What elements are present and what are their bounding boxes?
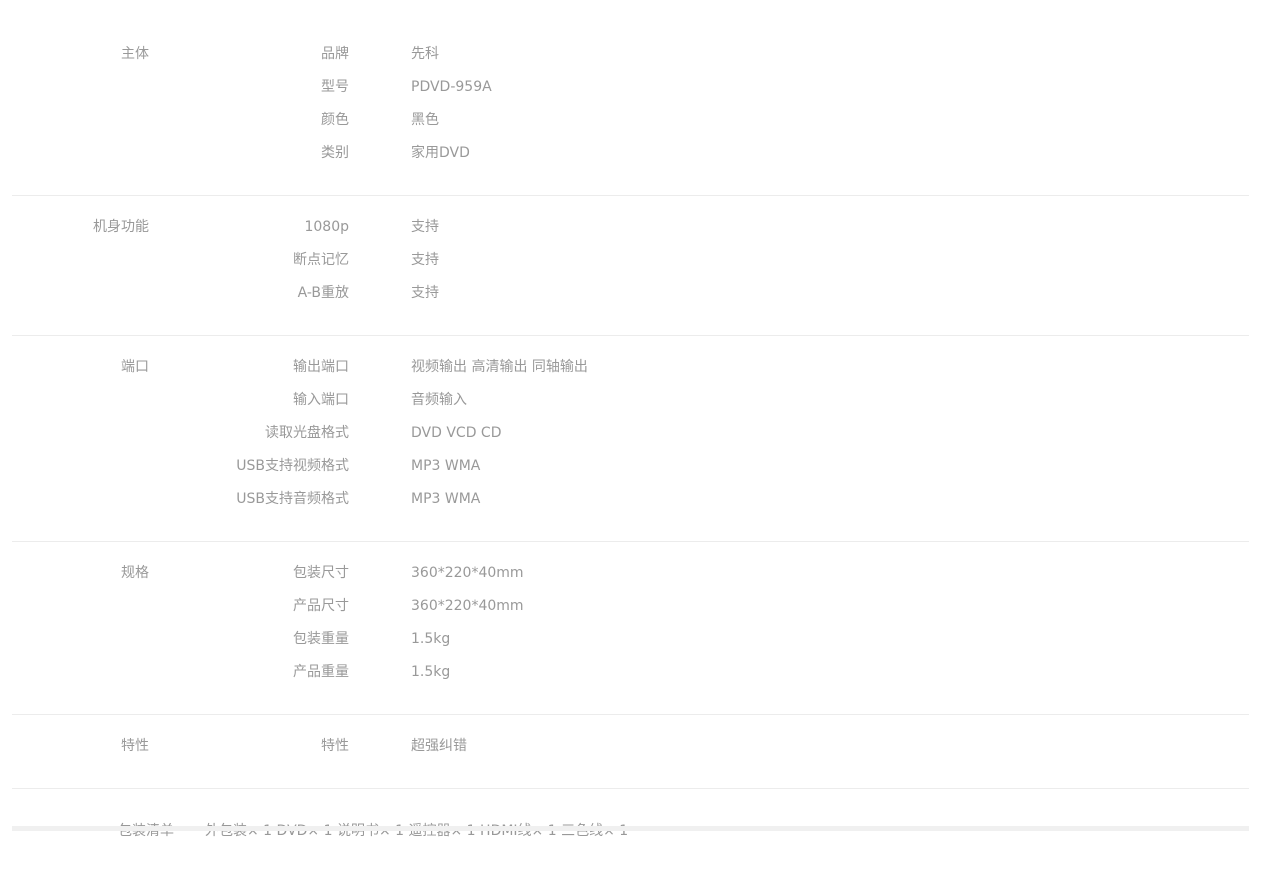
spec-value: DVD VCD CD [411, 425, 502, 441]
spec-key: 产品重量 [293, 664, 349, 680]
spec-row: 产品尺寸 360*220*40mm [12, 592, 1249, 625]
spec-value: MP3 WMA [411, 491, 481, 507]
spec-row: A-B重放 支持 [12, 279, 1249, 312]
spec-row: 1080p 支持 [12, 213, 1249, 246]
spec-value: 支持 [411, 219, 439, 235]
spec-row: 断点记忆 支持 [12, 246, 1249, 279]
spec-key: USB支持音频格式 [236, 491, 349, 507]
spec-key: 1080p [304, 219, 349, 235]
spec-key: 包装重量 [293, 631, 349, 647]
spec-value: 支持 [411, 252, 439, 268]
spec-value: 黑色 [411, 112, 439, 128]
spec-value: 支持 [411, 285, 439, 301]
spec-row: USB支持视频格式 MP3 WMA [12, 452, 1249, 485]
spec-row: 品牌 先科 [12, 40, 1249, 73]
spec-row: 类别 家用DVD [12, 139, 1249, 172]
spec-value: 超强纠错 [411, 738, 467, 754]
spec-value: 先科 [411, 46, 439, 62]
spec-key: 输入端口 [293, 392, 349, 408]
package-list-label: 包装清单 [118, 823, 174, 839]
package-list-value: 外包装× 1 DVD× 1 说明书× 1 遥控器× 1 HDMI线× 1 三色线… [205, 823, 629, 839]
spec-key: 颜色 [321, 112, 349, 128]
spec-value: 360*220*40mm [411, 565, 524, 581]
spec-value: MP3 WMA [411, 458, 481, 474]
spec-key: 读取光盘格式 [265, 425, 349, 441]
spec-row: 包装尺寸 360*220*40mm [12, 559, 1249, 592]
spec-value: 360*220*40mm [411, 598, 524, 614]
spec-key: 输出端口 [293, 359, 349, 375]
spec-row: 读取光盘格式 DVD VCD CD [12, 419, 1249, 452]
spec-group-specs: 规格 包装尺寸 360*220*40mm 产品尺寸 360*220*40mm 包… [12, 542, 1249, 715]
spec-row: 输入端口 音频输入 [12, 386, 1249, 419]
spec-value: 音频输入 [411, 392, 467, 408]
spec-value: 视频输出 高清输出 同轴输出 [411, 359, 588, 375]
spec-key: USB支持视频格式 [236, 458, 349, 474]
spec-row: 颜色 黑色 [12, 106, 1249, 139]
spec-key: 特性 [321, 738, 349, 754]
spec-row: USB支持音频格式 MP3 WMA [12, 485, 1249, 518]
package-list: 包装清单 外包装× 1 DVD× 1 说明书× 1 遥控器× 1 HDMI线× … [12, 789, 1249, 875]
spec-row: 产品重量 1.5kg [12, 658, 1249, 691]
spec-row: 特性 超强纠错 [12, 732, 1249, 765]
spec-row: 型号 PDVD-959A [12, 73, 1249, 106]
bottom-divider [12, 826, 1249, 831]
spec-table: 主体 品牌 先科 型号 PDVD-959A 颜色 黑色 类别 家用DVD 机身功… [12, 0, 1249, 875]
spec-key: 型号 [321, 79, 349, 95]
spec-key: A-B重放 [297, 285, 349, 301]
spec-group-traits: 特性 特性 超强纠错 [12, 715, 1249, 789]
spec-key: 类别 [321, 145, 349, 161]
spec-value: 1.5kg [411, 664, 451, 680]
spec-key: 断点记忆 [293, 252, 349, 268]
spec-row: 包装重量 1.5kg [12, 625, 1249, 658]
spec-value: PDVD-959A [411, 79, 492, 95]
spec-key: 包装尺寸 [293, 565, 349, 581]
spec-value: 家用DVD [411, 145, 470, 161]
spec-group-features: 机身功能 1080p 支持 断点记忆 支持 A-B重放 支持 [12, 196, 1249, 336]
spec-group-ports: 端口 输出端口 视频输出 高清输出 同轴输出 输入端口 音频输入 读取光盘格式 … [12, 336, 1249, 542]
spec-row: 输出端口 视频输出 高清输出 同轴输出 [12, 353, 1249, 386]
spec-key: 产品尺寸 [293, 598, 349, 614]
spec-value: 1.5kg [411, 631, 451, 647]
spec-key: 品牌 [321, 46, 349, 62]
spec-group-main: 主体 品牌 先科 型号 PDVD-959A 颜色 黑色 类别 家用DVD [12, 0, 1249, 196]
